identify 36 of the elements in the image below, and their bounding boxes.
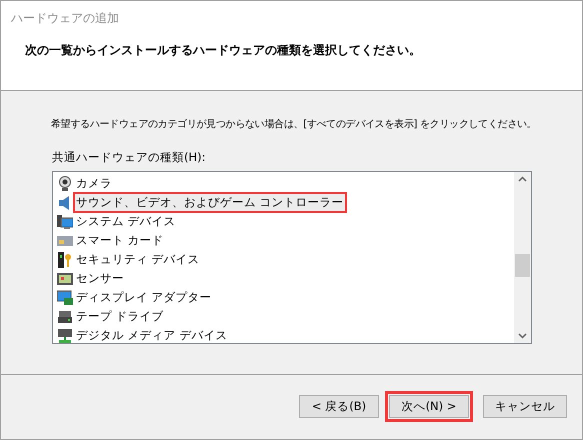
- item-label: ディスプレイ アダプター: [75, 289, 213, 306]
- dialog-button[interactable]: キャンセル: [483, 395, 567, 418]
- list-item[interactable]: サウンド、ビデオ、およびゲーム コントローラー: [57, 193, 514, 212]
- scroll-thumb[interactable]: [515, 254, 530, 278]
- webcam-icon: [57, 176, 73, 192]
- item-label: セキュリティ デバイス: [75, 251, 201, 268]
- tape-drive-icon: [57, 308, 73, 325]
- item-label: センサー: [75, 270, 125, 288]
- scroll-up-icon[interactable]: [518, 176, 527, 182]
- list-item[interactable]: システム デバイス: [57, 212, 514, 232]
- item-label: カメラ: [75, 175, 113, 192]
- item-label: スマート カード: [75, 232, 165, 250]
- list-label: 共通ハードウェアの種類(H):: [52, 149, 206, 166]
- list-item[interactable]: センサー: [57, 269, 514, 288]
- display-adapter-icon: [57, 290, 73, 306]
- dialog-button[interactable]: < 戻る(B): [299, 395, 379, 418]
- list-item[interactable]: セキュリティ デバイス: [57, 250, 514, 270]
- media-device-icon: [57, 328, 73, 344]
- hint-text: 希望するハードウェアのカテゴリが見つからない場合は、[すべてのデバイスを表示] をクリックしてください。: [51, 118, 531, 132]
- list-item[interactable]: カメラ: [57, 174, 514, 194]
- computer-icon: [57, 214, 73, 230]
- item-label: システム デバイス: [75, 213, 177, 230]
- scrollbar[interactable]: [514, 172, 531, 344]
- scroll-down-icon[interactable]: [518, 333, 527, 340]
- instruction-text: 次の一覧からインストールするハードウェアの種類を選択してください。: [25, 42, 422, 59]
- item-label: デジタル メディア デバイス: [75, 327, 228, 344]
- item-label: サウンド、ビデオ、およびゲーム コントローラー: [75, 194, 345, 212]
- window-title: ハードウェアの追加: [11, 10, 120, 27]
- item-label: テープ ドライブ: [75, 308, 165, 326]
- list-item[interactable]: スマート カード: [57, 231, 514, 250]
- sensor-board-icon: [57, 270, 73, 287]
- list-item[interactable]: テープ ドライブ: [57, 307, 514, 326]
- list-item[interactable]: デジタル メディア デバイス: [57, 326, 514, 344]
- tower-key-icon: [57, 252, 73, 268]
- dialog-button[interactable]: 次へ(N) >: [389, 395, 469, 418]
- list-item[interactable]: ディスプレイ アダプター: [57, 288, 514, 308]
